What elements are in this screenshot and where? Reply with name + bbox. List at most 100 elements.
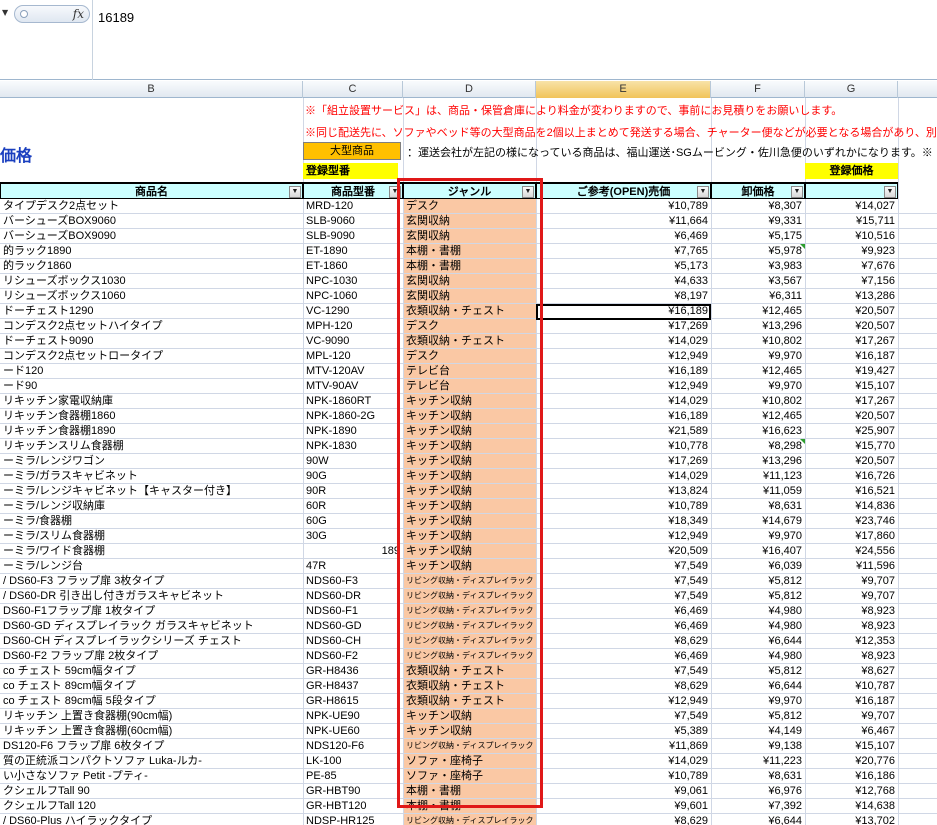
- cell-product-name[interactable]: リシューズボックス1060: [0, 289, 303, 303]
- cell-registered-price[interactable]: ¥20,507: [805, 409, 898, 423]
- cell-genre[interactable]: キッチン収納: [403, 514, 536, 528]
- cell-registered-price[interactable]: ¥7,676: [805, 259, 898, 273]
- cell-product-name[interactable]: / DS60-F3 フラップ扉 3枚タイプ: [0, 574, 303, 588]
- cell-genre[interactable]: デスク: [403, 319, 536, 333]
- cell-product-name[interactable]: バーシューズBOX9090: [0, 229, 303, 243]
- cell-model-number[interactable]: NPK-1860RT: [303, 394, 403, 408]
- cell-registered-price[interactable]: ¥8,923: [805, 619, 898, 633]
- cell-wholesale-price[interactable]: ¥9,331: [711, 214, 805, 228]
- cell-product-name[interactable]: バーシューズBOX9060: [0, 214, 303, 228]
- cell-product-name[interactable]: ーミラ/レンジワゴン: [0, 454, 303, 468]
- formula-input[interactable]: 16189: [98, 10, 134, 25]
- cell-product-name[interactable]: タイプデスク2点セット: [0, 199, 303, 213]
- namebox-dropdown-icon[interactable]: ▼: [2, 8, 12, 18]
- filter-dropdown-icon[interactable]: ▼: [389, 186, 401, 198]
- cell-wholesale-price[interactable]: ¥3,983: [711, 259, 805, 273]
- cell-registered-price[interactable]: ¥8,923: [805, 604, 898, 618]
- cell-reference-price[interactable]: ¥14,029: [536, 394, 711, 408]
- cell-registered-price[interactable]: ¥16,187: [805, 349, 898, 363]
- cell-reference-price[interactable]: ¥10,789: [536, 769, 711, 783]
- table-row[interactable]: リキッチン家電収納庫 NPK-1860RT キッチン収納 ¥14,029 ¥10,802…: [0, 394, 937, 409]
- cell-model-number[interactable]: GR-H8615: [303, 694, 403, 708]
- cell-product-name[interactable]: 的ラック1860: [0, 259, 303, 273]
- cell-registered-price[interactable]: ¥17,267: [805, 394, 898, 408]
- cell-product-name[interactable]: い小さなソファ Petit -プティ-: [0, 769, 303, 783]
- cell-reference-price[interactable]: ¥11,869: [536, 739, 711, 753]
- table-row[interactable]: ーミラ/ワイド食器棚 189 キッチン収納 ¥20,509 ¥16,407 ¥24,556: [0, 544, 937, 559]
- cell-product-name[interactable]: リキッチン 上置き食器棚(90cm幅): [0, 709, 303, 723]
- cell-reference-price[interactable]: ¥16,189: [536, 304, 711, 318]
- table-row[interactable]: タイプデスク2点セット MRD-120 デスク ¥10,789 ¥8,307 ¥14,02…: [0, 199, 937, 214]
- cell-reference-price[interactable]: ¥9,061: [536, 784, 711, 798]
- cell-reference-price[interactable]: ¥14,029: [536, 469, 711, 483]
- table-row[interactable]: リシューズボックス1060 NPC-1060 玄関収納 ¥8,197 ¥6,311 ¥13…: [0, 289, 937, 304]
- cell-wholesale-price[interactable]: ¥5,978: [711, 244, 805, 258]
- table-row[interactable]: リキッチン食器棚1860 NPK-1860-2G キッチン収納 ¥16,189 ¥12,…: [0, 409, 937, 424]
- cell-model-number[interactable]: 60G: [303, 514, 403, 528]
- cell-product-name[interactable]: リキッチン食器棚1890: [0, 424, 303, 438]
- cell-product-name[interactable]: co チェスト 89cm幅タイプ: [0, 679, 303, 693]
- cell-genre[interactable]: リビング収納・ディスプレイラック: [403, 634, 536, 648]
- cell-wholesale-price[interactable]: ¥8,631: [711, 769, 805, 783]
- column-header-e[interactable]: E: [536, 81, 711, 98]
- cell-genre[interactable]: リビング収納・ディスプレイラック: [403, 589, 536, 603]
- cell-reference-price[interactable]: ¥11,664: [536, 214, 711, 228]
- cell-model-number[interactable]: 189: [303, 544, 403, 558]
- cell-model-number[interactable]: 90R: [303, 484, 403, 498]
- cell-genre[interactable]: テレビ台: [403, 379, 536, 393]
- cell-wholesale-price[interactable]: ¥16,407: [711, 544, 805, 558]
- cell-product-name[interactable]: リキッチン家電収納庫: [0, 394, 303, 408]
- table-row[interactable]: ーミラ/食器棚 60G キッチン収納 ¥18,349 ¥14,679 ¥23,746: [0, 514, 937, 529]
- column-header-b[interactable]: B: [0, 81, 303, 98]
- cell-registered-price[interactable]: ¥15,770: [805, 439, 898, 453]
- table-row[interactable]: リシューズボックス1030 NPC-1030 玄関収納 ¥4,633 ¥3,567 ¥7,…: [0, 274, 937, 289]
- cell-wholesale-price[interactable]: ¥13,296: [711, 319, 805, 333]
- cell-wholesale-price[interactable]: ¥5,812: [711, 709, 805, 723]
- cell-genre[interactable]: リビング収納・ディスプレイラック: [403, 604, 536, 618]
- table-row[interactable]: ーミラ/ガラスキャビネット 90G キッチン収納 ¥14,029 ¥11,123 ¥16,…: [0, 469, 937, 484]
- filter-dropdown-icon[interactable]: ▼: [697, 186, 709, 198]
- worksheet-grid[interactable]: ※「組立設置サービス」は、商品・保管倉庫により料金が変わりますので、事前にお見積…: [0, 98, 937, 825]
- cell-model-number[interactable]: NPC-1060: [303, 289, 403, 303]
- table-row[interactable]: ーミラ/レンジ収納庫 60R キッチン収納 ¥10,789 ¥8,631 ¥14,836: [0, 499, 937, 514]
- table-row[interactable]: DS60-F1フラップ扉 1枚タイプ NDS60-F1 リビング収納・ディスプレイラ…: [0, 604, 937, 619]
- cell-genre[interactable]: デスク: [403, 349, 536, 363]
- cell-registered-price[interactable]: ¥10,787: [805, 679, 898, 693]
- cell-genre[interactable]: リビング収納・ディスプレイラック: [403, 574, 536, 588]
- cell-reference-price[interactable]: ¥5,173: [536, 259, 711, 273]
- cell-model-number[interactable]: VC-9090: [303, 334, 403, 348]
- cell-product-name[interactable]: クシェルフTall 120: [0, 799, 303, 813]
- cell-reference-price[interactable]: ¥12,949: [536, 694, 711, 708]
- column-header-d[interactable]: D: [403, 81, 536, 98]
- cell-genre[interactable]: ソファ・座椅子: [403, 769, 536, 783]
- cell-registered-price[interactable]: ¥15,107: [805, 379, 898, 393]
- cell-genre[interactable]: キッチン収納: [403, 484, 536, 498]
- cell-registered-price[interactable]: ¥20,776: [805, 754, 898, 768]
- column-header-c[interactable]: C: [303, 81, 403, 98]
- cell-genre[interactable]: ソファ・座椅子: [403, 754, 536, 768]
- cell-product-name[interactable]: コンデスク2点セットハイタイプ: [0, 319, 303, 333]
- cell-wholesale-price[interactable]: ¥10,802: [711, 334, 805, 348]
- cell-model-number[interactable]: GR-HBT90: [303, 784, 403, 798]
- table-row[interactable]: ード90 MTV-90AV テレビ台 ¥12,949 ¥9,970 ¥15,107: [0, 379, 937, 394]
- cell-model-number[interactable]: NDS60-F1: [303, 604, 403, 618]
- table-row[interactable]: DS60-F2 フラップ扉 2枚タイプ NDS60-F2 リビング収納・ディスプレイ…: [0, 649, 937, 664]
- cell-wholesale-price[interactable]: ¥5,175: [711, 229, 805, 243]
- cell-model-number[interactable]: MPL-120: [303, 349, 403, 363]
- cell-wholesale-price[interactable]: ¥10,802: [711, 394, 805, 408]
- cell-product-name[interactable]: リシューズボックス1030: [0, 274, 303, 288]
- cell-genre[interactable]: 衣類収納・チェスト: [403, 334, 536, 348]
- cell-model-number[interactable]: NDS60-GD: [303, 619, 403, 633]
- cell-reference-price[interactable]: ¥5,389: [536, 724, 711, 738]
- cell-genre[interactable]: キッチン収納: [403, 454, 536, 468]
- cell-model-number[interactable]: ET-1860: [303, 259, 403, 273]
- cell-product-name[interactable]: DS60-CH ディスプレイラックシリーズ チェスト: [0, 634, 303, 648]
- table-row[interactable]: ーミラ/スリム食器棚 30G キッチン収納 ¥12,949 ¥9,970 ¥17,860: [0, 529, 937, 544]
- table-row[interactable]: コンデスク2点セットハイタイプ MPH-120 デスク ¥17,269 ¥13,296 ¥…: [0, 319, 937, 334]
- cell-registered-price[interactable]: ¥9,923: [805, 244, 898, 258]
- cell-registered-price[interactable]: ¥6,467: [805, 724, 898, 738]
- cell-product-name[interactable]: リキッチンスリム食器棚: [0, 439, 303, 453]
- cell-genre[interactable]: 本棚・書棚: [403, 259, 536, 273]
- filter-dropdown-icon[interactable]: ▼: [791, 186, 803, 198]
- cell-model-number[interactable]: PE-85: [303, 769, 403, 783]
